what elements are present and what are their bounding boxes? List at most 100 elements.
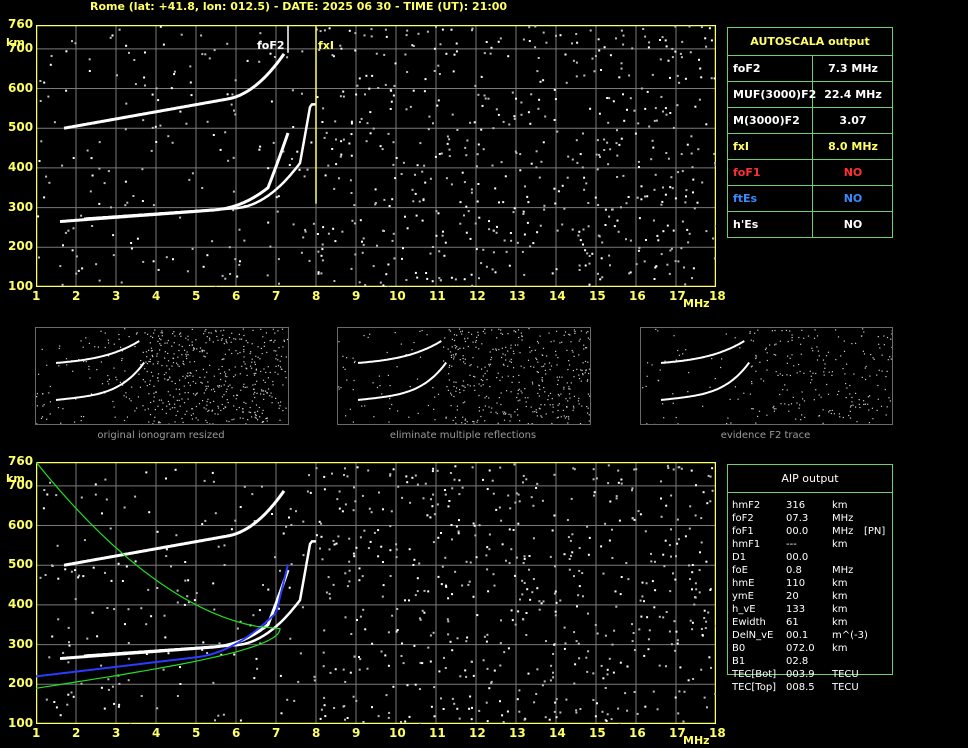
aip-unit: MHz bbox=[832, 565, 854, 576]
x-tick-label: 1 bbox=[32, 289, 41, 303]
label-fxI: fxI bbox=[318, 39, 334, 52]
autoscala-label: h'Es bbox=[733, 218, 759, 231]
aip-value: 02.8 bbox=[786, 656, 809, 667]
f2-trace-o bbox=[59, 132, 290, 223]
autoscala-label: M(3000)F2 bbox=[733, 114, 800, 127]
aip-value: 00.0 bbox=[786, 526, 809, 537]
aip-name: B0 bbox=[732, 643, 746, 654]
x-tick-label: 1 bbox=[32, 726, 41, 740]
aip-value: 00.1 bbox=[786, 630, 809, 641]
ionogram-top-svg bbox=[36, 25, 716, 287]
thumb-noise bbox=[36, 328, 288, 424]
autoscala-value: NO bbox=[843, 218, 863, 231]
aip-title: AIP output bbox=[781, 472, 839, 485]
x-tick-label: 8 bbox=[312, 726, 321, 740]
x-tick-label: 2 bbox=[72, 726, 81, 740]
autoscala-label: ftEs bbox=[733, 192, 758, 205]
thumb-noise bbox=[338, 328, 590, 424]
ionogram-bottom-plot bbox=[36, 462, 716, 724]
x-tick-label: 7 bbox=[272, 726, 281, 740]
noise-specks bbox=[39, 463, 716, 724]
x-tick-label: 3 bbox=[112, 289, 121, 303]
x-tick-label: 5 bbox=[192, 726, 201, 740]
caption-eliminate: eliminate multiple reflections bbox=[389, 430, 537, 441]
aip-row: DelN_vE 00.1 m^(-3) bbox=[732, 630, 932, 643]
x-tick-label: 9 bbox=[352, 726, 361, 740]
x-tick-label: 18 bbox=[709, 289, 726, 303]
aip-row: TEC[Bot] 003.9 TECU bbox=[732, 669, 932, 682]
aip-unit: km bbox=[832, 539, 848, 550]
caption-original: original ionogram resized bbox=[97, 430, 225, 441]
aip-name: B1 bbox=[732, 656, 746, 667]
aip-value: 133 bbox=[786, 604, 806, 615]
aip-name: h_vE bbox=[732, 604, 756, 615]
y-tick-label: 200 bbox=[8, 676, 34, 691]
aip-unit: km bbox=[832, 617, 848, 628]
autoscala-label: MUF(3000)F2 bbox=[733, 88, 817, 101]
bottom-x-unit: MHz bbox=[683, 734, 710, 747]
autoscala-label: foF2 bbox=[733, 62, 761, 75]
f2-trace-x bbox=[83, 540, 316, 657]
autoscala-value: 22.4 MHz bbox=[824, 88, 882, 101]
y-tick-label: 500 bbox=[8, 120, 34, 135]
x-tick-label: 16 bbox=[629, 289, 646, 303]
y-tick-label: 300 bbox=[8, 636, 34, 651]
autoscala-label: foF1 bbox=[733, 166, 761, 179]
y-tick-label: 700 bbox=[8, 477, 34, 492]
aip-name: foF2 bbox=[732, 513, 754, 524]
aip-row: hmF2 316 km bbox=[732, 500, 932, 513]
f2-trace-x bbox=[83, 103, 316, 220]
x-tick-label: 10 bbox=[389, 289, 406, 303]
y-tick-label: 500 bbox=[8, 557, 34, 572]
aip-unit: MHz bbox=[832, 513, 854, 524]
aip-row: B1 02.8 bbox=[732, 656, 932, 669]
aip-row: B0 072.0 km bbox=[732, 643, 932, 656]
top-x-unit: MHz bbox=[683, 297, 710, 310]
aip-row: foF1 00.0 MHz [PN] bbox=[732, 526, 932, 539]
x-tick-label: 3 bbox=[112, 726, 121, 740]
autoscala-row-h-es: h'Es NO bbox=[728, 211, 892, 237]
ionogram-top-plot bbox=[36, 25, 716, 287]
x-tick-label: 17 bbox=[669, 726, 686, 740]
aip-value: 61 bbox=[786, 617, 799, 628]
x-tick-label: 18 bbox=[709, 726, 726, 740]
aip-name: ymE bbox=[732, 591, 754, 602]
aip-name: TEC[Bot] bbox=[732, 669, 777, 680]
second-hop-trace bbox=[63, 490, 286, 567]
x-tick-label: 12 bbox=[469, 726, 486, 740]
aip-unit: TECU bbox=[832, 669, 859, 680]
aip-extra: [PN] bbox=[864, 526, 886, 537]
aip-value: 00.0 bbox=[786, 552, 809, 563]
aip-value: 008.5 bbox=[786, 682, 815, 693]
thumb-trace bbox=[660, 361, 750, 401]
autoscala-output-panel: AUTOSCALA output foF2 7.3 MHz MUF(3000)F2 2… bbox=[727, 27, 893, 238]
x-tick-label: 5 bbox=[192, 289, 201, 303]
aip-row: D1 00.0 bbox=[732, 552, 932, 565]
aip-row: foF2 07.3 MHz bbox=[732, 513, 932, 526]
y-tick-label: 600 bbox=[8, 517, 34, 532]
aip-row: TEC[Top] 008.5 TECU bbox=[732, 682, 932, 695]
aip-row: Ewidth 61 km bbox=[732, 617, 932, 630]
aip-name: hmE bbox=[732, 578, 755, 589]
aip-row: foE 0.8 MHz bbox=[732, 565, 932, 578]
ionogram-header: Rome (lat: +41.8, lon: 012.5) - DATE: 20… bbox=[90, 0, 508, 13]
x-tick-label: 12 bbox=[469, 289, 486, 303]
autoscala-row-muf-3000-f2: MUF(3000)F2 22.4 MHz bbox=[728, 81, 892, 107]
aip-unit: TECU bbox=[832, 682, 859, 693]
aip-name: DelN_vE bbox=[732, 630, 774, 641]
x-tick-label: 16 bbox=[629, 726, 646, 740]
autoscala-value: 8.0 MHz bbox=[828, 140, 878, 153]
y-tick-label: 100 bbox=[8, 279, 34, 293]
x-tick-label: 7 bbox=[272, 289, 281, 303]
autoscala-label: fxI bbox=[733, 140, 749, 153]
aip-unit: km bbox=[832, 591, 848, 602]
aip-name: Ewidth bbox=[732, 617, 766, 628]
y-tick-label: 400 bbox=[8, 596, 34, 611]
thumb-trace bbox=[660, 340, 745, 364]
x-tick-label: 13 bbox=[509, 289, 526, 303]
ionogram-bottom-svg bbox=[36, 462, 716, 724]
thumbnail-eliminate-reflections bbox=[337, 327, 591, 425]
y-tick-label: 400 bbox=[8, 159, 34, 174]
aip-value: 003.9 bbox=[786, 669, 815, 680]
thumb-trace bbox=[357, 361, 447, 401]
